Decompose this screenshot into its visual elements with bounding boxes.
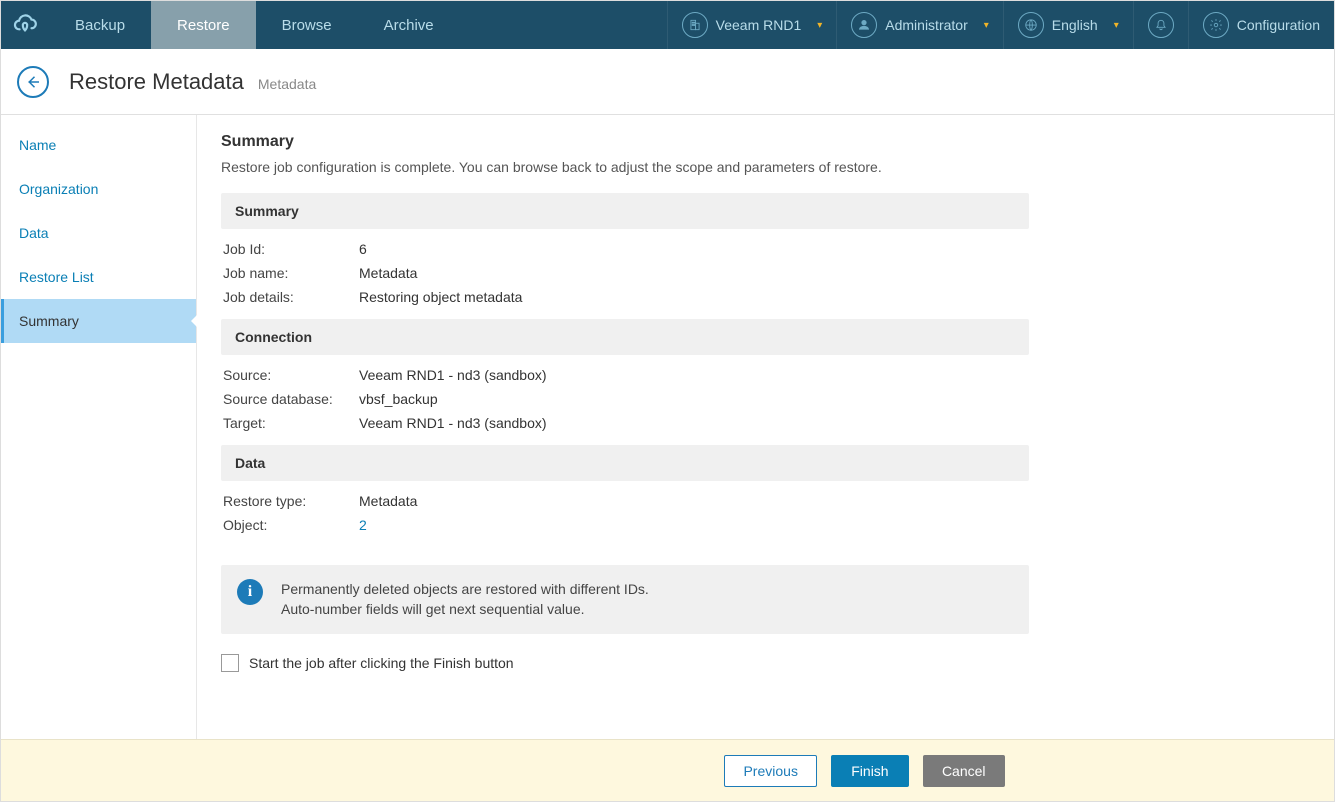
value: Metadata: [359, 493, 417, 509]
start-job-checkbox[interactable]: [221, 654, 239, 672]
chevron-down-icon: ▾: [1114, 20, 1119, 31]
step-organization[interactable]: Organization: [1, 167, 196, 211]
value: 6: [359, 241, 367, 257]
language-name: English: [1052, 17, 1098, 33]
previous-button[interactable]: Previous: [724, 755, 816, 787]
language-selector[interactable]: English ▾: [1003, 1, 1133, 49]
value: vbsf_backup: [359, 391, 438, 407]
value-link[interactable]: 2: [359, 517, 367, 533]
wizard-sidebar: Name Organization Data Restore List Summ…: [1, 115, 197, 739]
label: Restore type:: [223, 493, 359, 509]
section-head-connection: Connection: [221, 319, 1029, 355]
globe-icon: [1018, 12, 1044, 38]
content-description: Restore job configuration is complete. Y…: [221, 159, 1310, 175]
step-restore-list[interactable]: Restore List: [1, 255, 196, 299]
top-right-controls: Veeam RND1 ▾ Administrator ▾ English ▾: [667, 1, 1334, 49]
label: Job name:: [223, 265, 359, 281]
info-line1: Permanently deleted objects are restored…: [281, 579, 649, 599]
page-body: Name Organization Data Restore List Summ…: [1, 115, 1334, 739]
row-restore-type: Restore type: Metadata: [221, 489, 1029, 513]
chevron-down-icon: ▾: [817, 20, 822, 31]
wizard-content: Summary Restore job configuration is com…: [197, 115, 1334, 739]
value: Restoring object metadata: [359, 289, 522, 305]
label: Job Id:: [223, 241, 359, 257]
section-head-data: Data: [221, 445, 1029, 481]
info-icon: i: [237, 579, 263, 605]
gear-icon: [1203, 12, 1229, 38]
row-target: Target: Veeam RND1 - nd3 (sandbox): [221, 411, 1029, 435]
page-title: Restore Metadata: [69, 69, 244, 95]
notifications-button[interactable]: [1133, 1, 1188, 49]
finish-button[interactable]: Finish: [831, 755, 909, 787]
label: Job details:: [223, 289, 359, 305]
row-job-details: Job details: Restoring object metadata: [221, 285, 1029, 309]
tab-browse[interactable]: Browse: [256, 1, 358, 49]
configuration-label: Configuration: [1237, 17, 1320, 33]
configuration-button[interactable]: Configuration: [1188, 1, 1334, 49]
user-name: Administrator: [885, 17, 967, 33]
app-logo: [1, 1, 49, 49]
row-job-name: Job name: Metadata: [221, 261, 1029, 285]
back-button[interactable]: [17, 66, 49, 98]
row-source-db: Source database: vbsf_backup: [221, 387, 1029, 411]
label: Source:: [223, 367, 359, 383]
row-source: Source: Veeam RND1 - nd3 (sandbox): [221, 363, 1029, 387]
cancel-button[interactable]: Cancel: [923, 755, 1005, 787]
bell-icon: [1148, 12, 1174, 38]
page-subtitle: Metadata: [258, 76, 316, 92]
step-summary[interactable]: Summary: [1, 299, 196, 343]
section-head-summary: Summary: [221, 193, 1029, 229]
wizard-footer: Previous Finish Cancel: [1, 739, 1334, 801]
tab-restore[interactable]: Restore: [151, 1, 256, 49]
building-icon: [682, 12, 708, 38]
info-box: i Permanently deleted objects are restor…: [221, 565, 1029, 634]
tab-archive[interactable]: Archive: [358, 1, 460, 49]
start-job-label: Start the job after clicking the Finish …: [249, 655, 514, 671]
user-icon: [851, 12, 877, 38]
main-tabs: Backup Restore Browse Archive: [49, 1, 460, 49]
value: Veeam RND1 - nd3 (sandbox): [359, 367, 547, 383]
step-name[interactable]: Name: [1, 123, 196, 167]
content-heading: Summary: [221, 133, 1310, 151]
label: Source database:: [223, 391, 359, 407]
step-data[interactable]: Data: [1, 211, 196, 255]
org-name: Veeam RND1: [716, 17, 802, 33]
label: Target:: [223, 415, 359, 431]
value: Metadata: [359, 265, 417, 281]
arrow-left-icon: [24, 73, 42, 91]
top-navbar: Backup Restore Browse Archive Veeam RND1…: [1, 1, 1334, 49]
info-message: Permanently deleted objects are restored…: [281, 579, 649, 620]
info-line2: Auto-number fields will get next sequent…: [281, 599, 649, 619]
start-job-checkbox-row: Start the job after clicking the Finish …: [221, 654, 1310, 672]
user-selector[interactable]: Administrator ▾: [836, 1, 1003, 49]
row-object: Object: 2: [221, 513, 1029, 537]
page-titlebar: Restore Metadata Metadata: [1, 49, 1334, 115]
org-selector[interactable]: Veeam RND1 ▾: [667, 1, 837, 49]
value: Veeam RND1 - nd3 (sandbox): [359, 415, 547, 431]
cloud-logo-icon: [12, 12, 38, 38]
row-job-id: Job Id: 6: [221, 237, 1029, 261]
chevron-down-icon: ▾: [984, 20, 989, 31]
label: Object:: [223, 517, 359, 533]
tab-backup[interactable]: Backup: [49, 1, 151, 49]
